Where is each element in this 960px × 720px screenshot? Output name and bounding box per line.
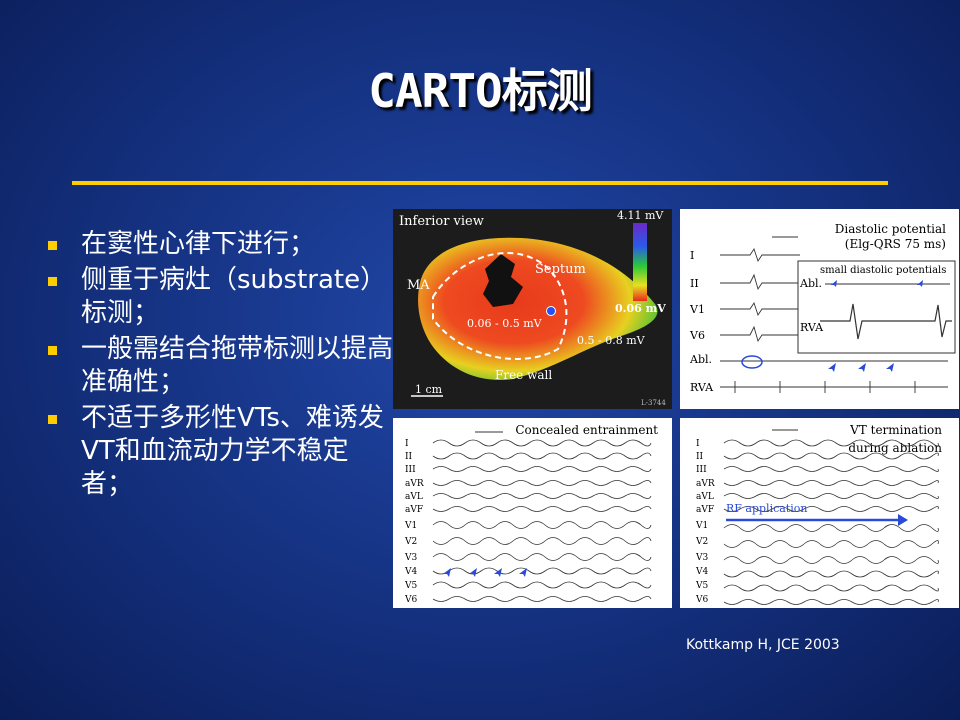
termination-traces: [723, 439, 939, 605]
bullet-text: 一般需结合拖带标测以提高准确性；: [81, 334, 394, 397]
lead-label: aVR: [405, 479, 424, 489]
rf-application-label: RF application: [726, 502, 807, 515]
voltage-scale-bar: [633, 223, 647, 301]
bullet-item: 一般需结合拖带标测以提高准确性；: [48, 333, 393, 399]
lead-label: I: [696, 439, 700, 449]
lead-label: II: [405, 452, 413, 462]
septum-label: Septum: [535, 262, 586, 277]
lead-label: V5: [404, 581, 417, 591]
lead-label: V1: [689, 303, 705, 316]
bullet-text: 侧重于病灶（substrate）标测；: [81, 265, 387, 328]
lead-label: V3: [695, 553, 708, 563]
bullet-list: 在窦性心律下进行； 侧重于病灶（substrate）标测； 一般需结合拖带标测以…: [48, 228, 393, 504]
inset-title: small diastolic potentials: [820, 265, 946, 276]
lead-label: I: [405, 439, 409, 449]
bullet-square-icon: [48, 277, 57, 286]
lead-label: RVA: [690, 381, 714, 394]
bullet-text: 在窦性心律下进行；: [81, 229, 316, 259]
carto-voltage-map: Inferior view 4.11 mV 0.06 mV MA Septum …: [393, 209, 672, 409]
lead-label: II: [696, 452, 704, 462]
termination-title: VT termination: [849, 423, 942, 437]
lead-label: III: [405, 465, 416, 475]
diastolic-subtitle: (Elg-QRS 75 ms): [845, 237, 946, 251]
lead-label: V3: [404, 553, 417, 563]
bullet-item: 不适于多形性VTs、难诱发VT和血流动力学不稳定者；: [48, 402, 393, 501]
bullet-text: 不适于多形性VTs、难诱发VT和血流动力学不稳定者；: [81, 403, 384, 499]
lead-label: V1: [695, 521, 708, 531]
lead-label: aVF: [405, 505, 423, 515]
rf-arrow-head-icon: [898, 514, 908, 526]
lead-label: Abl.: [689, 353, 712, 366]
lead-label: aVF: [696, 505, 714, 515]
inset-rva-label: RVA: [800, 321, 824, 334]
bullet-square-icon: [48, 241, 57, 250]
diastolic-potential-panel: Diastolic potential (Elg-QRS 75 ms) I II…: [680, 209, 959, 409]
bullet-square-icon: [48, 346, 57, 355]
concealed-entrainment-panel: Concealed entrainment I II III aVR aVL a…: [393, 418, 672, 608]
arrow-markers: [822, 363, 894, 379]
termination-subtitle: during ablation: [848, 441, 942, 455]
diastolic-title: Diastolic potential: [835, 222, 946, 236]
lead-label: V6: [689, 329, 705, 342]
ma-label: MA: [407, 278, 430, 293]
ablation-point: [546, 306, 556, 316]
map-view-label: Inferior view: [399, 214, 484, 229]
map-code-label: L-3744: [641, 399, 666, 407]
scale-min-label: 0.06 mV: [615, 302, 666, 315]
vt-termination-panel: VT termination during ablation I II III …: [680, 418, 959, 608]
scale-max-label: 4.11 mV: [617, 209, 664, 222]
lead-label: V2: [404, 537, 417, 547]
lead-label: V5: [695, 581, 708, 591]
lead-label: aVR: [696, 479, 715, 489]
lead-label: II: [690, 277, 699, 290]
termination-lead-labels: I II III aVR aVL aVF V1 V2 V3 V4 V5 V6: [695, 439, 715, 605]
diastolic-circle-marker: [741, 355, 763, 369]
lead-label: V4: [404, 567, 417, 577]
lead-label: V6: [404, 595, 417, 605]
lead-label: V6: [695, 595, 708, 605]
lead-label: V2: [695, 537, 708, 547]
scale-bar-label: 1 cm: [415, 383, 443, 396]
bullet-square-icon: [48, 415, 57, 424]
inset-abl-label: Abl.: [799, 277, 822, 290]
zone2-label: 0.5 - 0.8 mV: [577, 334, 646, 347]
entrainment-traces: [432, 439, 652, 602]
bullet-item: 在窦性心律下进行；: [48, 228, 393, 261]
title-underline: [72, 181, 888, 185]
lead-label: III: [696, 465, 707, 475]
lead-label: I: [690, 249, 694, 262]
lead-label: V4: [695, 567, 708, 577]
lead-label: aVL: [405, 492, 423, 502]
citation: Kottkamp H, JCE 2003: [686, 637, 840, 653]
lead-label: V1: [404, 521, 417, 531]
lead-label: aVL: [696, 492, 714, 502]
slide-title: CARTO标测: [368, 64, 592, 118]
free-wall-label: Free wall: [495, 368, 552, 382]
bullet-item: 侧重于病灶（substrate）标测；: [48, 264, 393, 330]
entrainment-lead-labels: I II III aVR aVL aVF V1 V2 V3 V4 V5 V6: [404, 439, 424, 605]
zone1-label: 0.06 - 0.5 mV: [467, 317, 543, 330]
entrainment-title: Concealed entrainment: [515, 423, 658, 437]
